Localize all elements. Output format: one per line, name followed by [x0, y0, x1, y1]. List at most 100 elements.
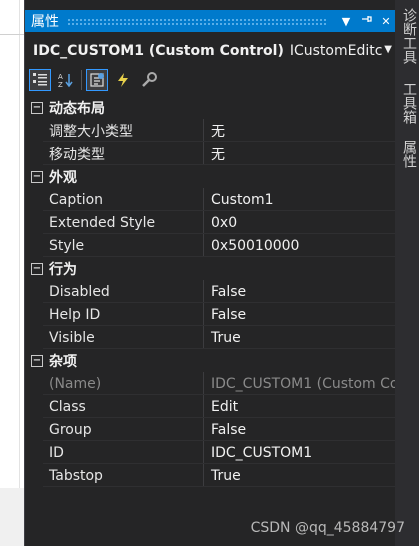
property-name: ID	[49, 444, 64, 461]
property-value[interactable]: False	[207, 422, 396, 438]
property-name: Caption	[49, 191, 104, 208]
property-row[interactable]: Disabled False	[25, 280, 396, 303]
categorized-icon	[33, 73, 47, 86]
property-value[interactable]: 无	[207, 121, 396, 141]
property-name: Visible	[49, 329, 95, 346]
toolbar-separator	[81, 70, 82, 90]
collapse-icon[interactable]: −	[31, 262, 43, 275]
property-value[interactable]: False	[207, 307, 396, 323]
categorized-button[interactable]	[29, 69, 51, 91]
events-icon	[118, 73, 128, 87]
column-divider	[203, 234, 204, 257]
titlebar-grip[interactable]	[67, 17, 328, 25]
property-name: (Name)	[49, 375, 102, 392]
property-value[interactable]: Edit	[207, 399, 396, 415]
object-selector[interactable]: IDC_CUSTOM1 (Custom Control) ICustomEdit…	[25, 38, 396, 64]
property-pages-icon	[142, 72, 157, 87]
alphabetical-icon: A Z	[58, 73, 73, 88]
property-value[interactable]: 0x0	[207, 215, 396, 231]
property-name: Tabstop	[49, 467, 103, 484]
property-name: Group	[49, 421, 92, 438]
property-row[interactable]: Caption Custom1	[25, 188, 396, 211]
row-line	[43, 486, 396, 487]
property-pages-button[interactable]	[138, 69, 160, 91]
property-name: Class	[49, 398, 86, 415]
column-divider	[203, 142, 204, 165]
property-name: Help ID	[49, 306, 101, 323]
category-row[interactable]: − 杂项	[25, 349, 396, 372]
property-row[interactable]: Class Edit	[25, 395, 396, 418]
collapse-icon[interactable]: −	[31, 170, 43, 183]
property-row[interactable]: Help ID False	[25, 303, 396, 326]
editor-edge-divider	[0, 34, 24, 35]
category-label: 行为	[49, 261, 77, 278]
property-row[interactable]: Group False	[25, 418, 396, 441]
category-row[interactable]: − 行为	[25, 257, 396, 280]
panel-title: 属性	[31, 14, 59, 30]
editor-edge-footer	[0, 488, 24, 546]
tab-properties[interactable]: 属性	[395, 140, 419, 180]
selector-dropdown-icon[interactable]: ▼	[384, 44, 392, 55]
property-value[interactable]: IDC_CUSTOM1	[207, 445, 396, 461]
events-button[interactable]	[112, 69, 134, 91]
property-row[interactable]: Visible True	[25, 326, 396, 349]
column-divider	[203, 441, 204, 464]
editor-edge	[0, 0, 25, 546]
property-value[interactable]: True	[207, 468, 396, 484]
property-name: Style	[49, 237, 85, 254]
property-value[interactable]: Custom1	[207, 192, 396, 208]
category-label: 外观	[49, 169, 77, 186]
editor-edge-line	[19, 0, 20, 546]
object-name: IDC_CUSTOM1 (Custom Control)	[33, 43, 284, 59]
close-icon[interactable]: ✕	[376, 15, 396, 28]
property-row[interactable]: Tabstop True	[25, 464, 396, 487]
category-label: 动态布局	[49, 100, 105, 117]
category-label: 杂项	[49, 353, 77, 370]
property-name: 移动类型	[49, 146, 105, 163]
property-value[interactable]: False	[207, 284, 396, 300]
property-row[interactable]: (Name) IDC_CUSTOM1 (Custom Control)	[25, 372, 396, 395]
tab-toolbox[interactable]: 工具箱	[395, 82, 419, 134]
column-divider	[203, 211, 204, 234]
property-name: Extended Style	[49, 214, 156, 231]
category-row[interactable]: − 动态布局	[25, 96, 396, 119]
property-value[interactable]: 无	[207, 144, 396, 164]
dropdown-arrow-icon[interactable]: ▼	[336, 15, 356, 28]
properties-toolbar: A Z	[25, 66, 396, 94]
right-tool-tabs: 诊断工具 工具箱 属性	[395, 0, 419, 546]
column-divider	[203, 372, 204, 395]
column-divider	[203, 326, 204, 349]
properties-titlebar[interactable]: 属性 ▼ ✕	[25, 10, 396, 32]
property-row[interactable]: Style 0x50010000	[25, 234, 396, 257]
property-value[interactable]: 0x50010000	[207, 238, 396, 254]
watermark: CSDN @qq_45884797	[250, 520, 405, 536]
category-row[interactable]: − 外观	[25, 165, 396, 188]
column-divider	[203, 303, 204, 326]
property-row[interactable]: Extended Style 0x0	[25, 211, 396, 234]
object-type: ICustomEditc	[289, 43, 383, 59]
collapse-icon[interactable]: −	[31, 101, 43, 114]
alphabetical-button[interactable]: A Z	[55, 69, 77, 91]
properties-icon	[90, 73, 104, 87]
column-divider	[203, 464, 204, 487]
properties-panel: 属性 ▼ ✕ IDC_CUSTOM1 (Custom Control) ICus…	[24, 0, 396, 546]
column-divider	[203, 280, 204, 303]
property-value[interactable]: True	[207, 330, 396, 346]
property-row[interactable]: 调整大小类型 无	[25, 119, 396, 142]
properties-button[interactable]	[86, 69, 108, 91]
property-value[interactable]: IDC_CUSTOM1 (Custom Control)	[207, 376, 396, 392]
column-divider	[203, 119, 204, 142]
svg-text:Z: Z	[58, 81, 63, 88]
tab-diagnostic-tools[interactable]: 诊断工具	[395, 8, 419, 76]
column-divider	[203, 418, 204, 441]
pin-icon[interactable]	[356, 14, 376, 28]
column-divider	[203, 395, 204, 418]
property-row[interactable]: ID IDC_CUSTOM1	[25, 441, 396, 464]
property-name: Disabled	[49, 283, 110, 300]
svg-text:A: A	[58, 73, 63, 81]
collapse-icon[interactable]: −	[31, 354, 43, 367]
property-row[interactable]: 移动类型 无	[25, 142, 396, 165]
property-name: 调整大小类型	[49, 123, 133, 140]
property-grid: − 动态布局 调整大小类型无移动类型无 − 外观 Caption Custom1 Extend…	[25, 96, 396, 487]
column-divider	[203, 188, 204, 211]
